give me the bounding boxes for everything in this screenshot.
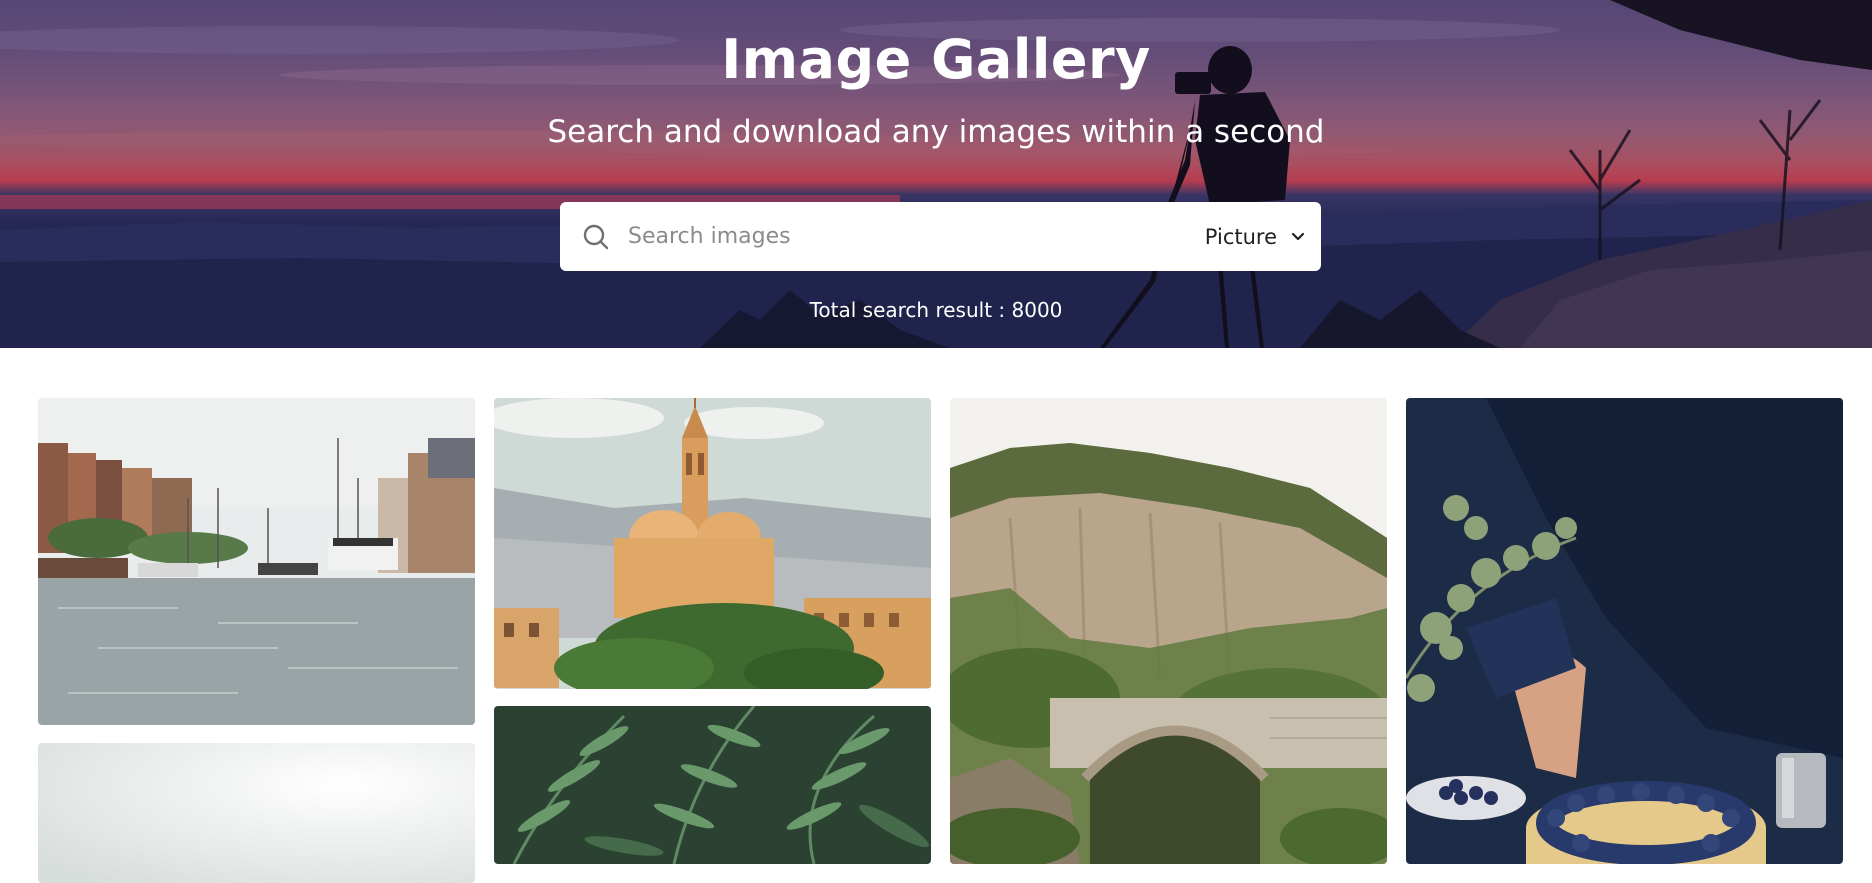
gallery-image-blueberry-cake[interactable] [1406, 398, 1843, 864]
gallery-image-fern-leaves[interactable] [494, 706, 931, 864]
gallery-image-cliff-stone-bridge[interactable] [950, 398, 1387, 864]
gallery-image-canal-harbor[interactable] [38, 398, 475, 725]
gallery-image-hazy-white[interactable] [38, 743, 475, 883]
hero-banner: Image Gallery Search and download any im… [0, 0, 1872, 348]
image-gallery-grid [38, 398, 1843, 883]
gallery-image-domed-church[interactable] [494, 398, 931, 689]
image-type-selected: Picture [1204, 224, 1277, 249]
search-bar: Picture [560, 202, 1321, 271]
total-search-result: Total search result : 8000 [809, 298, 1063, 322]
chevron-down-icon [1291, 227, 1305, 246]
hero-content: Image Gallery Search and download any im… [0, 0, 1872, 348]
search-icon[interactable] [560, 202, 620, 271]
page-subtitle: Search and download any images within a … [547, 114, 1325, 150]
page-title: Image Gallery [721, 28, 1151, 91]
search-input[interactable] [620, 202, 1205, 271]
image-type-dropdown[interactable]: Picture [1205, 202, 1321, 271]
